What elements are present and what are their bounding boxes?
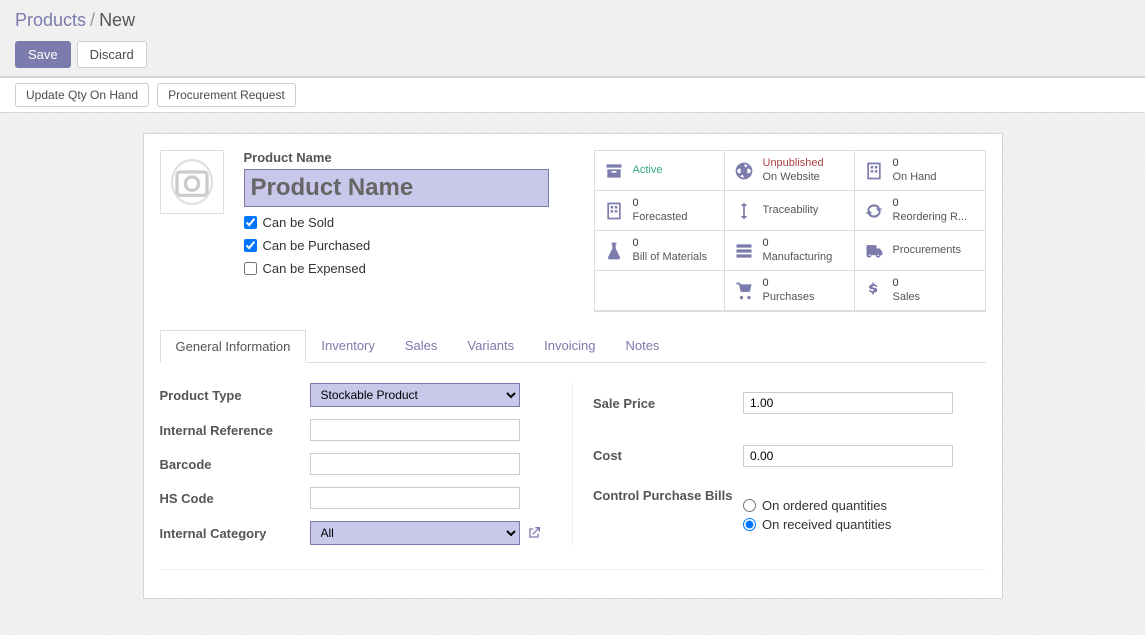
can-be-purchased-checkbox[interactable]: Can be Purchased <box>244 238 594 253</box>
product-name-input[interactable] <box>244 169 549 207</box>
stat-purchases[interactable]: 0Purchases <box>725 271 855 311</box>
radio-received-label: On received quantities <box>762 517 891 532</box>
tab-notes[interactable]: Notes <box>610 330 674 362</box>
internal-reference-label: Internal Reference <box>160 423 310 438</box>
radio-received-input[interactable] <box>743 518 756 531</box>
stat-sales-value: 0 <box>893 277 921 290</box>
stat-reordering-label: Reordering R... <box>893 211 968 224</box>
stat-forecasted-value: 0 <box>633 197 688 210</box>
cart-icon <box>733 280 755 302</box>
barcode-input[interactable] <box>310 453 520 475</box>
cost-input[interactable] <box>743 445 953 467</box>
stat-active-label: Active <box>633 164 663 177</box>
archive-icon <box>603 160 625 182</box>
stat-reordering[interactable]: 0Reordering R... <box>855 191 985 231</box>
control-purchase-bills-label: Control Purchase Bills <box>593 488 743 503</box>
product-name-label: Product Name <box>244 150 594 165</box>
stat-website[interactable]: UnpublishedOn Website <box>725 151 855 191</box>
can-be-sold-input[interactable] <box>244 216 257 229</box>
stat-bom[interactable]: 0Bill of Materials <box>595 231 725 271</box>
refresh-icon <box>863 200 885 222</box>
internal-category-label: Internal Category <box>160 526 310 541</box>
stat-sales-label: Sales <box>893 291 921 304</box>
stat-traceability-label: Traceability <box>763 204 819 217</box>
update-qty-button[interactable]: Update Qty On Hand <box>15 83 149 107</box>
stat-on-hand[interactable]: 0On Hand <box>855 151 985 191</box>
stat-purchases-label: Purchases <box>763 291 815 304</box>
product-type-select[interactable]: Stockable Product <box>310 383 520 407</box>
stat-manufacturing-label: Manufacturing <box>763 251 833 264</box>
stat-manufacturing[interactable]: 0Manufacturing <box>725 231 855 271</box>
stat-reordering-value: 0 <box>893 197 968 210</box>
truck-icon <box>863 240 885 262</box>
arrows-v-icon <box>733 200 755 222</box>
can-be-purchased-input[interactable] <box>244 239 257 252</box>
hs-code-label: HS Code <box>160 491 310 506</box>
product-image-upload[interactable] <box>160 150 224 214</box>
stat-empty <box>595 271 725 311</box>
stat-website-line2: On Website <box>763 171 824 184</box>
can-be-sold-checkbox[interactable]: Can be Sold <box>244 215 594 230</box>
procurement-request-button[interactable]: Procurement Request <box>157 83 296 107</box>
tab-inventory[interactable]: Inventory <box>306 330 389 362</box>
stat-purchases-value: 0 <box>763 277 815 290</box>
radio-ordered[interactable]: On ordered quantities <box>743 498 986 513</box>
hs-code-input[interactable] <box>310 487 520 509</box>
can-be-sold-label: Can be Sold <box>263 215 335 230</box>
stat-forecasted-label: Forecasted <box>633 211 688 224</box>
can-be-expensed-checkbox[interactable]: Can be Expensed <box>244 261 594 276</box>
flask-icon <box>603 240 625 262</box>
product-type-label: Product Type <box>160 388 310 403</box>
building-icon <box>603 200 625 222</box>
stat-traceability[interactable]: Traceability <box>725 191 855 231</box>
tab-general[interactable]: General Information <box>160 330 307 363</box>
stat-forecasted[interactable]: 0Forecasted <box>595 191 725 231</box>
stat-website-line1: Unpublished <box>763 157 824 170</box>
tab-variants[interactable]: Variants <box>452 330 529 362</box>
breadcrumb-root[interactable]: Products <box>15 10 86 30</box>
radio-ordered-input[interactable] <box>743 499 756 512</box>
stat-bom-label: Bill of Materials <box>633 251 708 264</box>
stat-procurements-label: Procurements <box>893 244 961 257</box>
globe-icon <box>733 160 755 182</box>
can-be-expensed-input[interactable] <box>244 262 257 275</box>
tab-sales[interactable]: Sales <box>390 330 453 362</box>
building-icon <box>863 160 885 182</box>
internal-category-select[interactable]: All <box>310 521 520 545</box>
stat-sales[interactable]: 0Sales <box>855 271 985 311</box>
breadcrumb: Products/New <box>15 10 1130 31</box>
cost-label: Cost <box>593 448 743 463</box>
can-be-purchased-label: Can be Purchased <box>263 238 371 253</box>
list-icon <box>733 240 755 262</box>
stat-active[interactable]: Active <box>595 151 725 191</box>
dollar-icon <box>863 280 885 302</box>
barcode-label: Barcode <box>160 457 310 472</box>
radio-received[interactable]: On received quantities <box>743 517 986 532</box>
save-button[interactable]: Save <box>15 41 71 68</box>
radio-ordered-label: On ordered quantities <box>762 498 887 513</box>
stat-on-hand-value: 0 <box>893 157 937 170</box>
discard-button[interactable]: Discard <box>77 41 147 68</box>
sale-price-label: Sale Price <box>593 396 743 411</box>
tab-invoicing[interactable]: Invoicing <box>529 330 610 362</box>
stat-procurements[interactable]: Procurements <box>855 231 985 271</box>
breadcrumb-current: New <box>99 10 135 30</box>
stat-bom-value: 0 <box>633 237 708 250</box>
can-be-expensed-label: Can be Expensed <box>263 261 366 276</box>
internal-reference-input[interactable] <box>310 419 520 441</box>
stat-manufacturing-value: 0 <box>763 237 833 250</box>
sale-price-input[interactable] <box>743 392 953 414</box>
external-link-icon[interactable] <box>526 525 542 541</box>
stat-on-hand-label: On Hand <box>893 171 937 184</box>
